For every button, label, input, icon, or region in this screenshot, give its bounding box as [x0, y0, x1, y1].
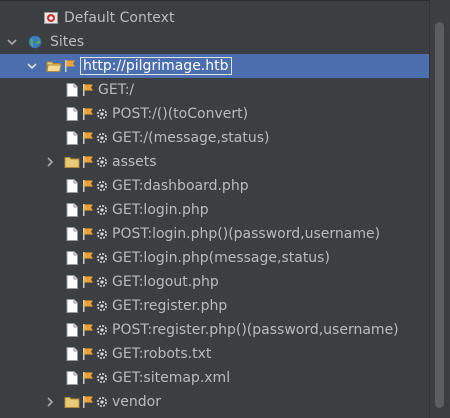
tree-node-request[interactable]: POST:/()(toConvert): [0, 102, 430, 126]
tree-node-folder[interactable]: vendor: [0, 390, 430, 414]
request-label: GET:/: [98, 82, 135, 98]
sites-tree: Contexts Default Context Sites http://pi…: [0, 0, 430, 418]
gear-icon: [96, 204, 108, 216]
request-label: GET:logout.php: [112, 274, 219, 290]
flag-icon: [82, 131, 94, 145]
gear-icon: [96, 156, 108, 168]
tree-node-request[interactable]: POST:login.php()(password,username): [0, 222, 430, 246]
flag-icon: [82, 227, 94, 241]
flag-icon: [82, 275, 94, 289]
tree-node-default-context[interactable]: Default Context: [0, 6, 430, 30]
request-label: POST:register.php()(password,username): [112, 322, 399, 338]
request-label: GET:robots.txt: [112, 346, 212, 362]
globe-icon: [28, 35, 42, 49]
flag-icon: [82, 203, 94, 217]
file-icon: [66, 323, 78, 337]
gear-icon: [96, 276, 108, 288]
request-label: GET:sitemap.xml: [112, 370, 231, 386]
flag-icon: [82, 371, 94, 385]
file-icon: [66, 227, 78, 241]
tree-node-request[interactable]: POST:register.php()(password,username): [0, 318, 430, 342]
tree-node-request[interactable]: GET:robots.txt: [0, 342, 430, 366]
folder-open-icon: [46, 59, 62, 73]
chevron-down-icon[interactable]: [6, 36, 18, 48]
gear-icon: [96, 228, 108, 240]
flag-icon: [82, 323, 94, 337]
request-label: GET:register.php: [112, 298, 228, 314]
folder-label: assets: [112, 154, 157, 170]
flag-icon: [82, 83, 94, 97]
gear-icon: [96, 372, 108, 384]
file-icon: [66, 347, 78, 361]
request-label: GET:dashboard.php: [112, 178, 249, 194]
gear-icon: [96, 132, 108, 144]
flag-icon: [82, 155, 94, 169]
file-icon: [66, 275, 78, 289]
gear-icon: [96, 180, 108, 192]
tree-node-request[interactable]: GET:/(message,status): [0, 126, 430, 150]
default-context-label: Default Context: [64, 10, 175, 26]
flag-icon: [82, 107, 94, 121]
tree-node-request[interactable]: GET:login.php(message,status): [0, 246, 430, 270]
vertical-scrollbar[interactable]: [429, 0, 450, 418]
sites-label: Sites: [50, 34, 85, 50]
flag-icon: [82, 347, 94, 361]
context-icon: [44, 11, 58, 25]
tree-node-request[interactable]: GET:register.php: [0, 294, 430, 318]
gear-icon: [96, 300, 108, 312]
tree-node-request[interactable]: GET:/: [0, 78, 430, 102]
request-label: POST:/()(toConvert): [112, 106, 249, 122]
file-icon: [66, 131, 78, 145]
flag-icon: [82, 395, 94, 409]
gear-icon: [96, 252, 108, 264]
gear-icon: [96, 108, 108, 120]
folder-label: vendor: [112, 394, 161, 410]
site-root-label: http://pilgrimage.htb: [80, 57, 232, 75]
tree-node-request[interactable]: GET:sitemap.xml: [0, 366, 430, 390]
request-label: GET:/(message,status): [112, 130, 270, 146]
scrollbar-thumb[interactable]: [435, 22, 444, 408]
flag-icon: [82, 299, 94, 313]
folder-icon: [64, 155, 80, 169]
gear-icon: [96, 348, 108, 360]
file-icon: [66, 299, 78, 313]
tree-node-request[interactable]: GET:login.php: [0, 198, 430, 222]
flag-icon: [82, 251, 94, 265]
file-icon: [66, 179, 78, 193]
tree-node-sites[interactable]: Sites: [0, 30, 430, 54]
request-label: GET:login.php(message,status): [112, 250, 330, 266]
request-label: GET:login.php: [112, 202, 209, 218]
folder-icon: [64, 395, 80, 409]
flag-icon: [64, 59, 76, 73]
gear-icon: [96, 396, 108, 408]
file-icon: [66, 203, 78, 217]
gear-icon: [96, 324, 108, 336]
tree-node-folder[interactable]: assets: [0, 150, 430, 174]
file-icon: [66, 107, 78, 121]
request-label: POST:login.php()(password,username): [112, 226, 381, 242]
chevron-right-icon[interactable]: [44, 396, 56, 408]
tree-node-request[interactable]: GET:dashboard.php: [0, 174, 430, 198]
file-icon: [66, 251, 78, 265]
file-icon: [66, 83, 78, 97]
chevron-down-icon[interactable]: [26, 60, 38, 72]
file-icon: [66, 371, 78, 385]
tree-node-site-root[interactable]: http://pilgrimage.htb: [0, 54, 430, 78]
tree-node-request[interactable]: GET:logout.php: [0, 270, 430, 294]
flag-icon: [82, 179, 94, 193]
chevron-right-icon[interactable]: [44, 156, 56, 168]
